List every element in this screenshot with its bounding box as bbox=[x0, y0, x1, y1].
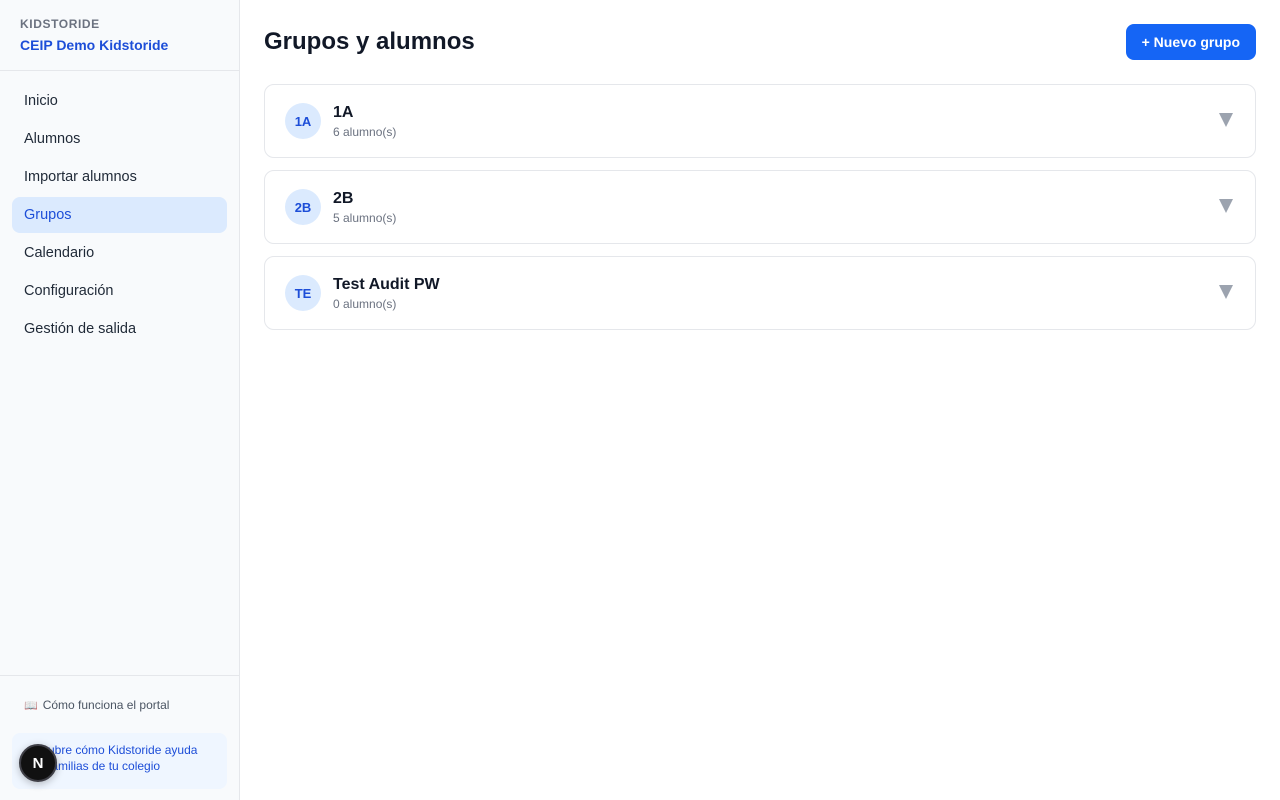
group-card-test-audit-pw[interactable]: TE Test Audit PW 0 alumno(s) bbox=[264, 256, 1256, 330]
promo-line-2: familias de tu colegio bbox=[48, 759, 161, 773]
dev-tools-badge[interactable]: N bbox=[19, 744, 57, 782]
sidebar-item-gestion-de-salida[interactable]: Gestión de salida bbox=[12, 311, 227, 347]
sidebar-item-alumnos[interactable]: Alumnos bbox=[12, 121, 227, 157]
sidebar-item-label: Importar alumnos bbox=[24, 169, 137, 185]
help-link[interactable]: 📖 Cómo funciona el portal bbox=[24, 698, 169, 712]
sidebar-item-inicio[interactable]: Inicio bbox=[12, 83, 227, 119]
sidebar-nav: Inicio Alumnos Importar alumnos Grupos C… bbox=[0, 71, 239, 347]
help-link-label: Cómo funciona el portal bbox=[42, 698, 170, 712]
main-content: Grupos y alumnos + Nuevo grupo 1A 1A 6 a… bbox=[240, 0, 1280, 800]
group-name: Test Audit PW bbox=[333, 276, 440, 293]
group-card-2b[interactable]: 2B 2B 5 alumno(s) bbox=[264, 170, 1256, 244]
chevron-down-icon[interactable] bbox=[1219, 113, 1233, 127]
book-icon: 📖 bbox=[24, 699, 38, 712]
badge-letter: N bbox=[32, 754, 44, 772]
group-avatar: 1A bbox=[285, 103, 321, 139]
sidebar-item-label: Grupos bbox=[24, 207, 72, 223]
promo-line-1: ubre cómo Kidstoride ayuda bbox=[48, 743, 198, 757]
chevron-down-icon[interactable] bbox=[1219, 285, 1233, 299]
sidebar-item-importar-alumnos[interactable]: Importar alumnos bbox=[12, 159, 227, 195]
chevron-down-icon[interactable] bbox=[1219, 199, 1233, 213]
sidebar-item-configuracion[interactable]: Configuración bbox=[12, 273, 227, 309]
page-title: Grupos y alumnos bbox=[264, 28, 475, 55]
sidebar-item-label: Inicio bbox=[24, 93, 58, 109]
group-card-1a[interactable]: 1A 1A 6 alumno(s) bbox=[264, 84, 1256, 158]
brand-kicker: KIDSTORIDE bbox=[20, 17, 100, 31]
sidebar: KIDSTORIDE CEIP Demo Kidstoride Inicio A… bbox=[0, 0, 240, 800]
sidebar-item-calendario[interactable]: Calendario bbox=[12, 235, 227, 271]
group-student-count: 6 alumno(s) bbox=[333, 125, 397, 139]
school-name: CEIP Demo Kidstoride bbox=[20, 37, 169, 53]
sidebar-item-label: Alumnos bbox=[24, 131, 81, 147]
group-student-count: 0 alumno(s) bbox=[333, 297, 397, 311]
group-name: 2B bbox=[333, 190, 354, 207]
group-student-count: 5 alumno(s) bbox=[333, 211, 397, 225]
group-avatar: TE bbox=[285, 275, 321, 311]
group-name: 1A bbox=[333, 104, 354, 121]
sidebar-item-grupos[interactable]: Grupos bbox=[12, 197, 227, 233]
sidebar-item-label: Configuración bbox=[24, 283, 114, 299]
brand-header: KIDSTORIDE CEIP Demo Kidstoride bbox=[0, 0, 239, 71]
group-list: 1A 1A 6 alumno(s) 2B 2B 5 alumno(s) TE T… bbox=[264, 84, 1256, 342]
sidebar-item-label: Calendario bbox=[24, 245, 95, 261]
new-group-button[interactable]: + Nuevo grupo bbox=[1125, 24, 1256, 60]
sidebar-item-label: Gestión de salida bbox=[24, 321, 137, 337]
group-avatar: 2B bbox=[285, 189, 321, 225]
